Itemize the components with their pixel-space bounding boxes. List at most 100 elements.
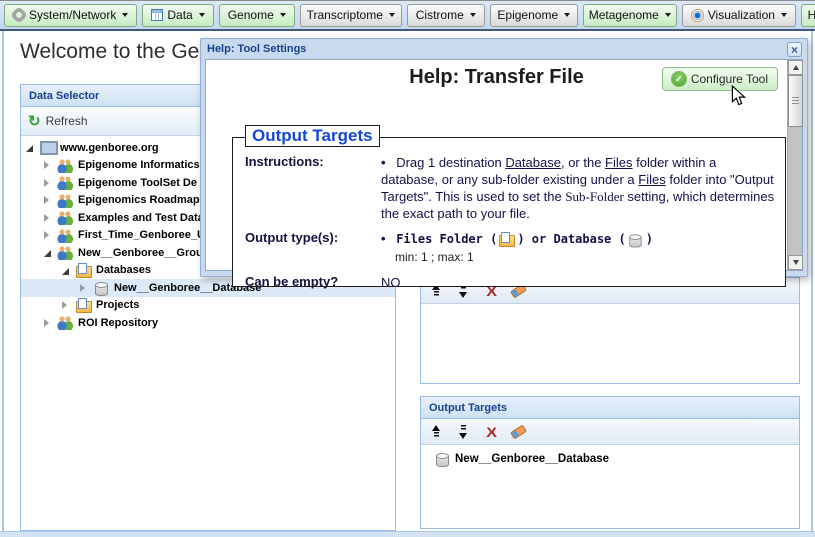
chevron-down-icon xyxy=(280,13,286,17)
expander-collapsed-icon[interactable] xyxy=(44,159,56,171)
move-down-button[interactable] xyxy=(457,424,472,440)
group-icon xyxy=(57,175,74,190)
expander-collapsed-icon[interactable] xyxy=(44,317,56,329)
input-data-list[interactable] xyxy=(421,304,799,385)
expander-expanded-icon[interactable] xyxy=(44,247,56,259)
scrollbar-thumb[interactable] xyxy=(788,75,803,127)
expander-expanded-icon[interactable] xyxy=(62,264,74,276)
output-targets-panel: Output Targets X New__Genboree__Database xyxy=(420,396,800,529)
menu-label: Visualization xyxy=(708,8,775,22)
tree-item-label: Projects xyxy=(96,299,139,311)
gear-icon xyxy=(13,9,25,21)
menu-help[interactable]: Help xyxy=(801,4,815,27)
group-icon xyxy=(57,315,74,330)
dialog-title: Help: Tool Settings xyxy=(207,43,306,55)
scroll-up-button[interactable] xyxy=(788,60,803,75)
menu-epigenome[interactable]: Epigenome xyxy=(490,4,578,27)
menu-transcriptome[interactable]: Transcriptome xyxy=(300,4,402,27)
expander-expanded-icon[interactable] xyxy=(26,142,38,154)
eye-icon xyxy=(691,9,704,22)
move-up-button[interactable] xyxy=(430,424,445,440)
panel-title: Data Selector xyxy=(29,90,99,102)
database-icon xyxy=(93,280,110,295)
output-targets-toolbar: X xyxy=(421,419,799,445)
close-button[interactable]: × xyxy=(787,42,802,57)
triangle-up-icon xyxy=(793,65,799,70)
can-be-empty-label: Can be empty? xyxy=(245,274,381,291)
expander-collapsed-icon[interactable] xyxy=(44,177,56,189)
expander-collapsed-icon[interactable] xyxy=(80,282,92,294)
expander-collapsed-icon[interactable] xyxy=(44,229,56,241)
tree-item-label: Epigenome Informatics xyxy=(78,159,200,171)
group-icon xyxy=(57,228,74,243)
chevron-down-icon xyxy=(470,13,476,17)
page-bottom-strip xyxy=(0,531,815,537)
menu-label: Help xyxy=(808,8,815,22)
refresh-icon: ↻ xyxy=(28,114,41,129)
dialog-scrollbar[interactable] xyxy=(787,60,802,270)
configure-tool-label: Configure Tool xyxy=(691,72,768,86)
chevron-down-icon xyxy=(122,13,128,17)
clear-button[interactable] xyxy=(511,424,526,440)
expander-collapsed-icon[interactable] xyxy=(44,212,56,224)
menu-cistrome[interactable]: Cistrome xyxy=(407,4,485,27)
menu-genome[interactable]: Genome xyxy=(219,4,295,27)
menu-visualization[interactable]: Visualization xyxy=(682,4,796,27)
group-icon xyxy=(57,158,74,173)
folder-icon xyxy=(75,263,92,278)
files-folder-icon xyxy=(498,232,513,246)
page-title: Welcome to the Ge xyxy=(20,40,199,64)
menu-label: Epigenome xyxy=(497,8,558,22)
tree-item-label: Epigenomics Roadmap xyxy=(78,194,200,206)
tree-item-label: Databases xyxy=(96,264,151,276)
list-item[interactable]: New__Genboree__Database xyxy=(421,445,799,466)
tree-item-label: ROI Repository xyxy=(78,317,158,329)
table-icon xyxy=(151,9,163,21)
list-item-label: New__Genboree__Database xyxy=(455,453,609,465)
underlined-term: Files xyxy=(638,172,665,187)
page-left-border xyxy=(2,31,4,537)
output-type-text: Files Folder () or Database () min: 1 ; … xyxy=(381,230,777,266)
main-menubar: System/Network Data Genome Transcriptome… xyxy=(0,0,815,31)
can-be-empty-row: Can be empty? NO xyxy=(245,274,777,291)
group-icon xyxy=(57,210,74,225)
tree-item-label: Epigenome ToolSet De xyxy=(78,177,197,189)
menu-data[interactable]: Data xyxy=(142,4,213,27)
dialog-titlebar[interactable]: Help: Tool Settings xyxy=(201,39,807,59)
tree-item-projects[interactable]: Projects xyxy=(21,297,395,315)
chevron-down-icon xyxy=(781,13,787,17)
menu-label: Cistrome xyxy=(416,8,464,22)
delete-x-icon: X xyxy=(486,425,497,439)
menu-label: System/Network xyxy=(29,8,116,22)
group-icon xyxy=(57,193,74,208)
output-targets-help-section: Output Targets Instructions: Drag 1 dest… xyxy=(232,137,786,287)
tree-item-label: First_Time_Genboree_U xyxy=(78,229,205,241)
tree-item-roi-repository[interactable]: ROI Repository xyxy=(21,314,395,332)
eraser-icon xyxy=(510,424,527,439)
can-be-empty-value: NO xyxy=(381,274,777,291)
output-type-label: Output type(s): xyxy=(245,230,381,266)
output-type-row: Output type(s): Files Folder ( ) or Datab… xyxy=(245,230,777,266)
menu-system-network[interactable]: System/Network xyxy=(4,4,137,27)
tree-item-label: Examples and Test Data xyxy=(78,212,204,224)
expander-collapsed-icon[interactable] xyxy=(62,299,74,311)
check-circle-icon: ✓ xyxy=(672,72,686,86)
mouse-cursor xyxy=(731,85,747,112)
text-segment: ) or Database ( xyxy=(517,232,625,246)
instructions-text: Drag 1 destination Database, or the File… xyxy=(381,154,777,222)
text-segment: Files Folder ( xyxy=(396,232,497,246)
refresh-button[interactable]: Refresh xyxy=(46,114,88,128)
expander-collapsed-icon[interactable] xyxy=(44,194,56,206)
remove-button[interactable]: X xyxy=(484,424,499,440)
menu-label: Metagenome xyxy=(589,8,659,22)
triangle-down-icon xyxy=(793,260,799,265)
database-icon xyxy=(627,232,641,245)
menu-metagenome[interactable]: Metagenome xyxy=(583,4,677,27)
page-right-border xyxy=(811,31,813,537)
configure-tool-button[interactable]: ✓ Configure Tool xyxy=(662,67,778,91)
chevron-down-icon xyxy=(564,13,570,17)
tree-item-label: New__Genboree__Grou xyxy=(78,247,203,259)
tree-item-label: www.genboree.org xyxy=(60,142,159,154)
close-icon: × xyxy=(791,44,798,56)
scroll-down-button[interactable] xyxy=(788,255,803,270)
